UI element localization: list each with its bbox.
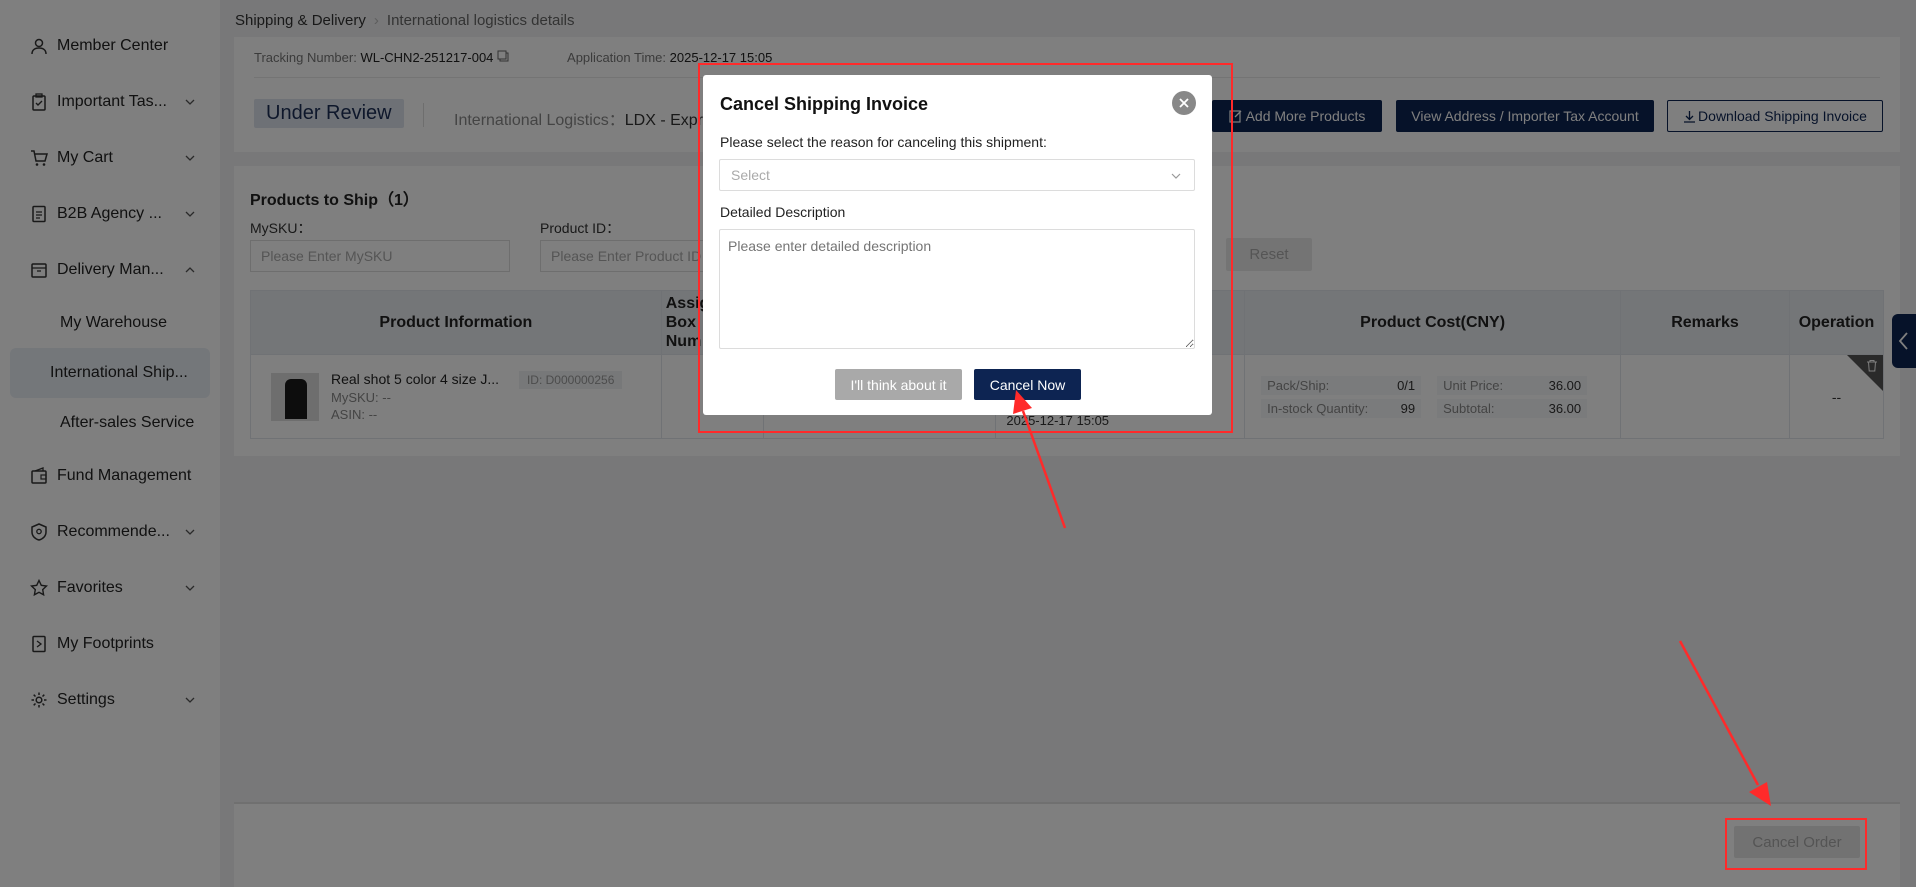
- annotation-arrows: [1013, 390, 1771, 806]
- arrow-to-cancel-now: [1021, 410, 1067, 529]
- arrow-to-cancel-order: [1678, 640, 1760, 786]
- arrow-head: [1749, 782, 1771, 806]
- arrow-head: [1013, 390, 1032, 414]
